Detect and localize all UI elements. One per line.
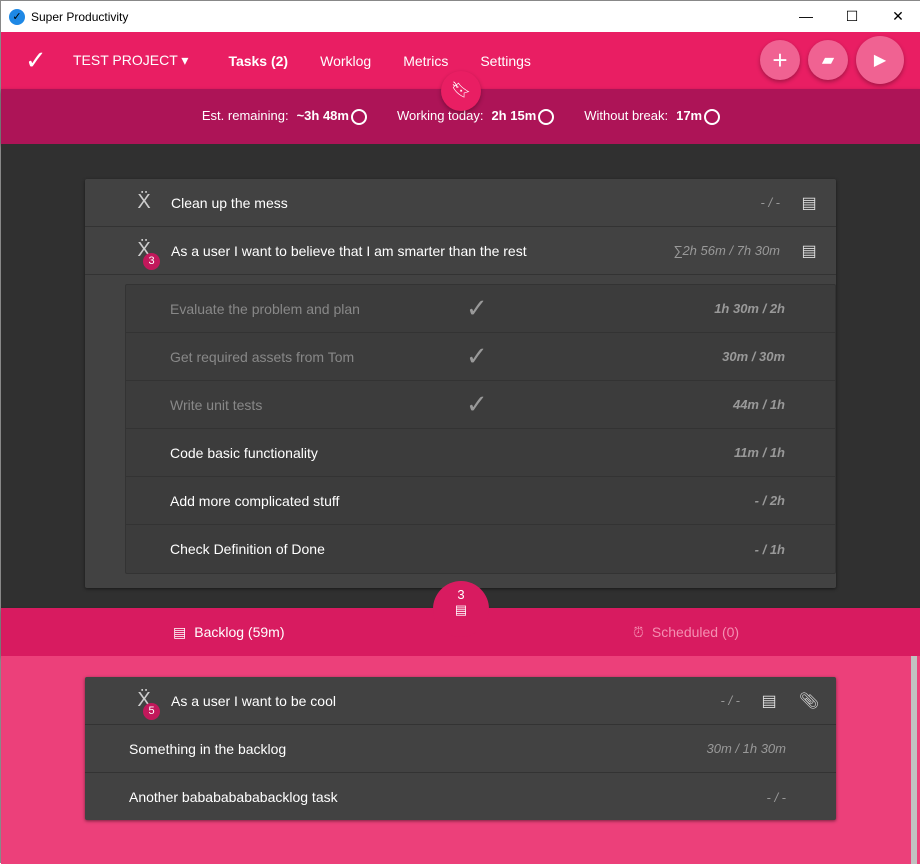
subtask-time: 1h 30m / 2h (714, 301, 785, 316)
backlog-area: Ẍ5 As a user I want to be cool - / - ▤ 📎… (1, 656, 920, 864)
subtask-count-badge: 3 (143, 253, 160, 270)
bookmark-button[interactable]: 🔖︎ (441, 71, 481, 111)
task-time: - / - (766, 789, 787, 805)
subtask-row[interactable]: Add more complicated stuff - / 2h (126, 477, 835, 525)
subtask-row[interactable]: Code basic functionality 11m / 1h (126, 429, 835, 477)
task-row[interactable]: Ẍ5 As a user I want to be cool - / - ▤ 📎… (85, 677, 836, 725)
play-button[interactable]: ▶ (856, 36, 904, 84)
subtask-time: - / 1h (754, 541, 785, 557)
window-title: Super Productivity (31, 9, 129, 24)
add-task-button[interactable]: + (760, 40, 800, 80)
subtask-count-badge: 5 (143, 703, 160, 720)
subtask-time: - / 2h (754, 493, 785, 508)
project-select[interactable]: TEST PROJECT ▾ (73, 52, 188, 69)
subtask-title: Evaluate the problem and plan (170, 300, 360, 317)
timer-icon (538, 108, 555, 125)
project-name: TEST PROJECT (73, 52, 178, 68)
subtask-row[interactable]: Check Definition of Done - / 1h (126, 525, 835, 573)
title-bar: ✓ Super Productivity — ☐ ✕ (1, 1, 920, 32)
subtask-title: Get required assets from Tom (170, 348, 355, 365)
notes-icon[interactable]: ▤ (796, 241, 822, 261)
alarm-icon: ⏰︎ (633, 623, 644, 640)
backlog-list: Ẍ5 As a user I want to be cool - / - ▤ 📎… (85, 677, 836, 820)
task-time: ∑2h 56m / 7h 30m (673, 243, 780, 258)
task-row[interactable]: Something in the backlog 30m / 1h 30m (85, 725, 836, 773)
app-icon: ✓ (9, 8, 25, 25)
without-break: Without break: 17m (584, 108, 721, 125)
done-check-icon: ✓ (466, 293, 488, 323)
note-icon: ▰ (821, 52, 835, 69)
logo-check-icon[interactable]: ✓ (25, 45, 57, 76)
nav-metrics[interactable]: Metrics (403, 53, 448, 69)
tab-scheduled[interactable]: ⏰︎ Scheduled (0) (633, 608, 739, 656)
bookmark-icon: 🔖︎ (450, 82, 472, 99)
subtask-row[interactable]: Get required assets from Tom ✓ 30m / 30m (126, 333, 835, 381)
maximize-button[interactable]: ☐ (829, 1, 875, 32)
backlog-icon: ▤ (173, 623, 187, 640)
task-title: Clean up the mess (171, 194, 288, 211)
timer-icon (350, 108, 367, 125)
subtask-time: 11m / 1h (733, 445, 785, 460)
task-time: - / - (760, 195, 781, 210)
subtask-title: Check Definition of Done (170, 541, 325, 557)
task-title: As a user I want to believe that I am sm… (171, 242, 527, 259)
minimize-button[interactable]: — (783, 1, 829, 32)
backlog-count: 3 (457, 587, 465, 602)
nav-settings[interactable]: Settings (480, 53, 531, 69)
timer-icon (704, 108, 721, 125)
jira-icon: Ẍ3 (129, 239, 160, 270)
task-row[interactable]: Another babababababacklog task - / - (85, 773, 836, 821)
subtask-time: 30m / 30m (722, 349, 785, 364)
done-check-icon: ✓ (466, 341, 488, 371)
jira-icon: Ẍ5 (129, 689, 160, 720)
task-time: 30m / 1h 30m (706, 741, 787, 756)
task-time: - / - (720, 693, 741, 708)
play-icon: ▶ (873, 52, 887, 69)
task-area: Ẍ Clean up the mess - / - ▤ Ẍ3 As a user… (1, 144, 920, 608)
backlog-toggle[interactable]: 3 ▤ (433, 581, 489, 637)
scrollbar[interactable] (911, 656, 917, 864)
subtask-title: Write unit tests (170, 396, 263, 413)
task-title: Another babababababacklog task (129, 789, 338, 805)
subtask-row[interactable]: Evaluate the problem and plan ✓ 1h 30m / 2… (126, 285, 835, 333)
subtask-row[interactable]: Write unit tests ✓ 44m / 1h (126, 381, 835, 429)
backlog-icon: ▤ (454, 602, 468, 617)
nav-worklog[interactable]: Worklog (320, 53, 371, 69)
task-row[interactable]: Ẍ3 As a user I want to believe that I am… (85, 227, 836, 275)
subtask-title: Code basic functionality (170, 444, 318, 461)
tab-backlog[interactable]: ▤ Backlog (59m) (173, 608, 285, 656)
subtask-title: Add more complicated stuff (170, 492, 340, 509)
subtask-time: 44m / 1h (732, 397, 785, 412)
nav-tasks[interactable]: Tasks (2) (228, 53, 288, 69)
caret-down-icon: ▾ (181, 52, 189, 68)
task-list: Ẍ Clean up the mess - / - ▤ Ẍ3 As a user… (85, 179, 836, 588)
task-title: Something in the backlog (129, 740, 287, 757)
close-button[interactable]: ✕ (875, 1, 920, 32)
working-today: Working today: 2h 15m (397, 108, 555, 125)
attachment-icon[interactable]: 📎︎ (796, 691, 822, 711)
notes-icon[interactable]: ▤ (796, 193, 822, 213)
task-title: As a user I want to be cool (171, 692, 336, 709)
backlog-tabs: 3 ▤ ▤ Backlog (59m) ⏰︎ Scheduled (0) (1, 581, 920, 656)
jira-icon: Ẍ (137, 191, 151, 213)
subtask-list: Evaluate the problem and plan ✓ 1h 30m / 2… (125, 284, 836, 574)
task-row[interactable]: Ẍ Clean up the mess - / - ▤ (85, 179, 836, 227)
notes-icon[interactable]: ▤ (756, 691, 782, 711)
plus-icon: + (772, 44, 788, 75)
est-remaining: Est. remaining: ~3h 48m (202, 108, 367, 125)
notes-button[interactable]: ▰ (808, 40, 848, 80)
done-check-icon: ✓ (466, 389, 488, 419)
